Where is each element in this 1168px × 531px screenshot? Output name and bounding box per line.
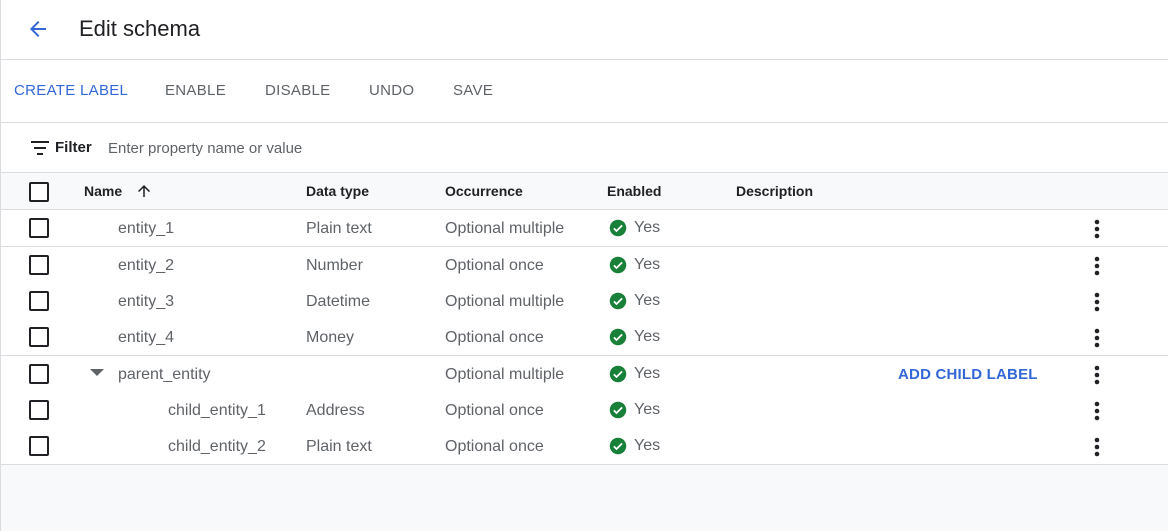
enabled-label: Yes xyxy=(634,328,661,345)
enabled-label: Yes xyxy=(634,256,661,273)
row-name: child_entity_2 xyxy=(168,438,266,455)
action-toolbar: CREATE LABEL ENABLE DISABLE UNDO SAVE xyxy=(1,60,1168,123)
row-occurrence: Optional once xyxy=(445,329,544,346)
table-row[interactable]: entity_1 Plain text Optional multiple Ye… xyxy=(1,210,1168,247)
row-name: parent_entity xyxy=(118,366,211,383)
row-checkbox[interactable] xyxy=(29,364,49,384)
arrow-back-icon xyxy=(30,21,46,37)
check-circle-icon xyxy=(609,328,627,345)
page-header: Edit schema xyxy=(1,0,1168,60)
check-circle-icon xyxy=(609,256,627,273)
back-button[interactable] xyxy=(25,16,51,42)
more-vert-icon xyxy=(1094,328,1100,348)
select-all-checkbox[interactable] xyxy=(29,182,49,202)
row-more-menu-button[interactable] xyxy=(1087,326,1107,350)
more-vert-icon xyxy=(1094,437,1100,457)
row-data-type: Plain text xyxy=(306,220,372,237)
row-more-menu-button[interactable] xyxy=(1087,217,1107,241)
empty-table-area xyxy=(1,465,1168,531)
enabled-label: Yes xyxy=(634,365,661,382)
table-row[interactable]: entity_3 Datetime Optional multiple Yes xyxy=(1,283,1168,320)
enabled-label: Yes xyxy=(634,292,661,309)
row-checkbox[interactable] xyxy=(29,255,49,275)
row-enabled: Yes xyxy=(609,327,660,346)
row-occurrence: Optional multiple xyxy=(445,366,565,383)
save-button[interactable]: SAVE xyxy=(453,82,493,100)
row-occurrence: Optional multiple xyxy=(445,293,565,310)
filter-bar: Filter xyxy=(1,123,1168,173)
row-name: entity_2 xyxy=(118,257,175,274)
filter-list-icon xyxy=(31,141,49,155)
page-title: Edit schema xyxy=(79,16,201,41)
row-name: entity_3 xyxy=(118,293,175,310)
row-checkbox[interactable] xyxy=(29,400,49,420)
row-more-menu-button[interactable] xyxy=(1087,254,1107,278)
row-enabled: Yes xyxy=(609,364,660,383)
row-enabled: Yes xyxy=(609,218,660,237)
row-checkbox[interactable] xyxy=(29,218,49,238)
table-row[interactable]: entity_2 Number Optional once Yes xyxy=(1,247,1168,284)
row-data-type: Plain text xyxy=(306,438,372,455)
column-header-description[interactable]: Description xyxy=(736,183,813,200)
row-more-menu-button[interactable] xyxy=(1087,399,1107,423)
row-more-menu-button[interactable] xyxy=(1087,290,1107,314)
row-checkbox[interactable] xyxy=(29,291,49,311)
row-enabled: Yes xyxy=(609,255,660,274)
enabled-label: Yes xyxy=(634,437,661,454)
table-row-parent[interactable]: parent_entity Optional multiple Yes ADD … xyxy=(1,356,1168,393)
row-enabled: Yes xyxy=(609,400,660,419)
more-vert-icon xyxy=(1094,292,1100,312)
row-more-menu-button[interactable] xyxy=(1087,435,1107,459)
row-enabled: Yes xyxy=(609,436,660,455)
row-name: entity_4 xyxy=(118,329,175,346)
row-occurrence: Optional once xyxy=(445,402,544,419)
arrow-drop-down-icon[interactable] xyxy=(90,369,104,377)
row-name: entity_1 xyxy=(118,220,175,237)
column-header-data-type[interactable]: Data type xyxy=(306,183,369,200)
row-occurrence: Optional once xyxy=(445,257,544,274)
column-header-enabled[interactable]: Enabled xyxy=(607,183,661,200)
check-circle-icon xyxy=(609,401,627,418)
arrow-upward-icon[interactable] xyxy=(135,182,153,200)
more-vert-icon xyxy=(1094,256,1100,276)
row-more-menu-button[interactable] xyxy=(1087,363,1107,387)
row-data-type: Number xyxy=(306,257,363,274)
row-data-type: Address xyxy=(306,402,365,419)
table-header: Name Data type Occurrence Enabled Descri… xyxy=(1,173,1168,210)
more-vert-icon xyxy=(1094,401,1100,421)
check-circle-icon xyxy=(609,292,627,309)
row-data-type: Money xyxy=(306,329,355,346)
row-data-type: Datetime xyxy=(306,293,371,310)
row-occurrence: Optional multiple xyxy=(445,220,565,237)
filter-input[interactable] xyxy=(101,133,601,163)
table-row-child[interactable]: child_entity_2 Plain text Optional once … xyxy=(1,428,1168,465)
check-circle-icon xyxy=(609,219,627,236)
check-circle-icon xyxy=(609,437,627,454)
create-label-button[interactable]: CREATE LABEL xyxy=(14,82,128,100)
row-checkbox[interactable] xyxy=(29,436,49,456)
row-occurrence: Optional once xyxy=(445,438,544,455)
row-name: child_entity_1 xyxy=(168,402,266,419)
undo-button[interactable]: UNDO xyxy=(369,82,414,100)
column-header-occurrence[interactable]: Occurrence xyxy=(445,183,523,200)
more-vert-icon xyxy=(1094,219,1100,239)
table-row[interactable]: entity_4 Money Optional once Yes xyxy=(1,319,1168,356)
table-row-child[interactable]: child_entity_1 Address Optional once Yes xyxy=(1,392,1168,429)
row-enabled: Yes xyxy=(609,291,660,310)
filter-label: Filter xyxy=(55,139,92,156)
enable-button[interactable]: ENABLE xyxy=(165,82,226,100)
column-header-name[interactable]: Name xyxy=(84,183,122,200)
add-child-label-button[interactable]: ADD CHILD LABEL xyxy=(898,366,1038,384)
disable-button[interactable]: DISABLE xyxy=(265,82,330,100)
row-checkbox[interactable] xyxy=(29,327,49,347)
enabled-label: Yes xyxy=(634,219,661,236)
more-vert-icon xyxy=(1094,365,1100,385)
app-window: Edit schema CREATE LABEL ENABLE DISABLE … xyxy=(0,0,1168,531)
check-circle-icon xyxy=(609,365,627,382)
enabled-label: Yes xyxy=(634,401,661,418)
